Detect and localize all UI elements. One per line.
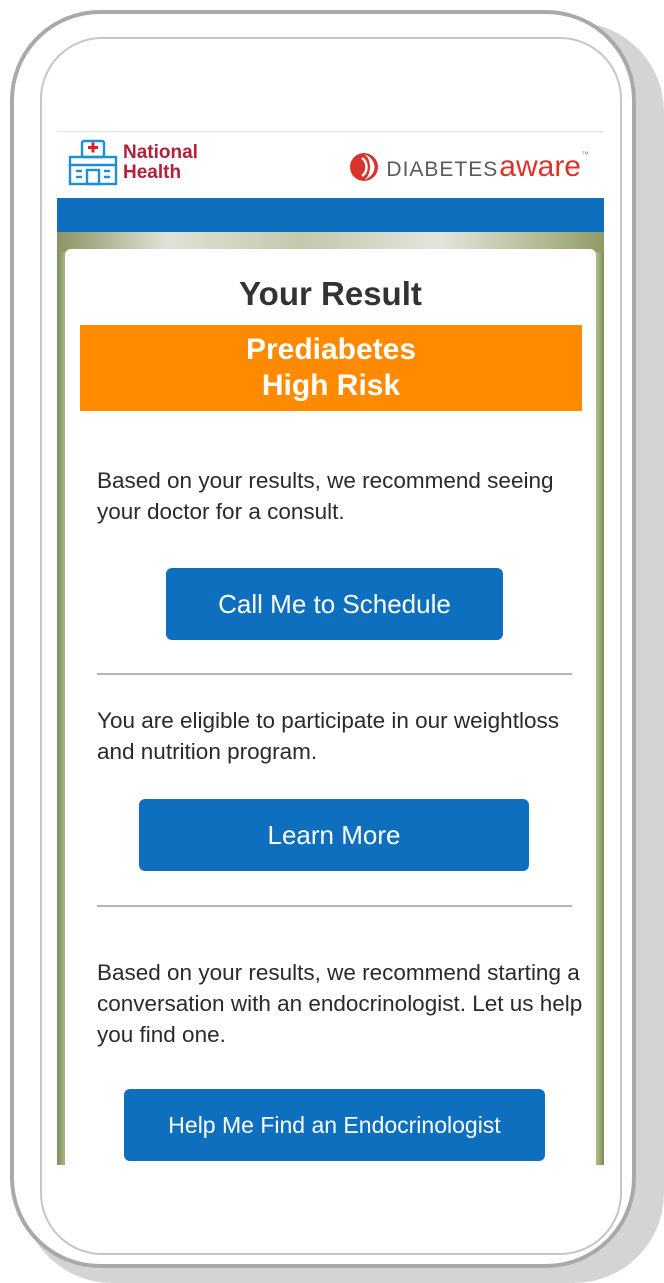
risk-line-1: Prediabetes — [245, 333, 417, 366]
diabetes-aware-logo: DIABETESaware™ — [348, 150, 590, 184]
endocrinologist-recommendation-text: Based on your results, we recommend star… — [97, 960, 583, 1047]
learn-more-button[interactable]: Learn More — [139, 799, 529, 871]
partner-prefix: DIABETES — [386, 158, 499, 181]
partner-suffix: aware — [499, 150, 581, 183]
risk-line-2: High Risk — [261, 369, 401, 402]
consult-recommendation-text: Based on your results, we recommend seei… — [97, 468, 554, 524]
section-divider — [97, 905, 572, 907]
section-divider — [97, 673, 572, 675]
diabetes-aware-wordmark: DIABETESaware™ — [386, 150, 590, 184]
brand-line-1: National — [123, 142, 198, 163]
risk-badge: Prediabetes High Risk — [80, 325, 582, 411]
trademark: ™ — [581, 150, 590, 159]
hospital-icon — [68, 139, 118, 186]
diabetes-aware-mark-icon — [350, 153, 379, 181]
result-card: Your Result Prediabetes High Risk Based … — [65, 249, 596, 1165]
find-endocrinologist-button[interactable]: Help Me Find an Endocrinologist — [124, 1089, 545, 1161]
nav-bar — [57, 198, 604, 232]
program-eligibility-text: You are eligible to participate in our w… — [97, 708, 559, 764]
brand-name: National Health — [123, 143, 198, 183]
brand-line-2: Health — [123, 162, 182, 183]
call-me-to-schedule-button[interactable]: Call Me to Schedule — [166, 568, 503, 640]
result-title: Your Result — [239, 275, 422, 312]
app-header: National Health DIABETESaware™ — [57, 132, 604, 199]
app-screen: National Health DIABETESaware™ Your Resu… — [57, 131, 604, 1165]
